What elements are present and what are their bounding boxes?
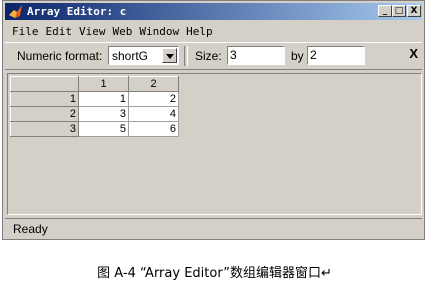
status-bar: Ready (5, 218, 422, 239)
by-label: by (291, 49, 304, 63)
menu-help[interactable]: Help (186, 25, 213, 38)
menu-edit[interactable]: Edit (46, 25, 73, 38)
grid-cell[interactable]: 4 (128, 106, 179, 122)
array-grid-area: 1 2 1 1 2 2 3 4 3 5 6 (7, 73, 422, 215)
close-window-button[interactable]: X (407, 5, 421, 17)
matlab-logo-icon (9, 5, 22, 18)
status-text: Ready (13, 222, 48, 236)
menu-file[interactable]: File (12, 25, 39, 38)
table-row: 1 1 2 (10, 91, 179, 107)
row-header[interactable]: 2 (10, 106, 79, 122)
rows-input[interactable]: 3 (227, 46, 285, 65)
grid-cell[interactable]: 5 (78, 121, 129, 137)
menu-bar: File Edit View Web Window Help (5, 22, 422, 40)
cols-input[interactable]: 2 (307, 46, 365, 65)
column-header[interactable]: 2 (128, 76, 179, 92)
row-header[interactable]: 3 (10, 121, 79, 137)
menu-web[interactable]: Web (113, 25, 133, 38)
numeric-format-label: Numeric format: (17, 49, 103, 63)
grid-corner[interactable] (10, 76, 79, 92)
toolbar-separator (184, 46, 188, 66)
table-row: 2 3 4 (10, 106, 179, 122)
table-row: 3 5 6 (10, 121, 179, 137)
chevron-down-icon[interactable] (162, 48, 177, 63)
window-title: Array Editor: c (27, 5, 127, 18)
maximize-button[interactable]: □ (392, 5, 406, 17)
numeric-format-value: shortG (112, 49, 149, 63)
array-grid: 1 2 1 1 2 2 3 4 3 5 6 (10, 76, 179, 137)
column-header[interactable]: 1 (78, 76, 129, 92)
close-editor-button[interactable]: X (409, 46, 418, 61)
size-label: Size: (195, 49, 222, 63)
toolbar: Numeric format: shortG Size: 3 by 2 X (5, 42, 422, 70)
grid-cell[interactable]: 3 (78, 106, 129, 122)
figure-caption: 图 A-4 “Array Editor”数组编辑器窗口↵ (97, 266, 332, 281)
grid-cell[interactable]: 2 (128, 91, 179, 107)
row-header[interactable]: 1 (10, 91, 79, 107)
minimize-button[interactable]: _ (378, 5, 392, 17)
grid-cell[interactable]: 6 (128, 121, 179, 137)
menu-window[interactable]: Window (139, 25, 179, 38)
grid-cell[interactable]: 1 (78, 91, 129, 107)
column-header-row: 1 2 (10, 76, 179, 92)
menu-view[interactable]: View (79, 25, 106, 38)
array-editor-window: Array Editor: c _ □ X File Edit View Web… (2, 0, 425, 240)
numeric-format-select[interactable]: shortG (108, 46, 179, 65)
title-bar[interactable]: Array Editor: c _ □ X (5, 3, 422, 20)
